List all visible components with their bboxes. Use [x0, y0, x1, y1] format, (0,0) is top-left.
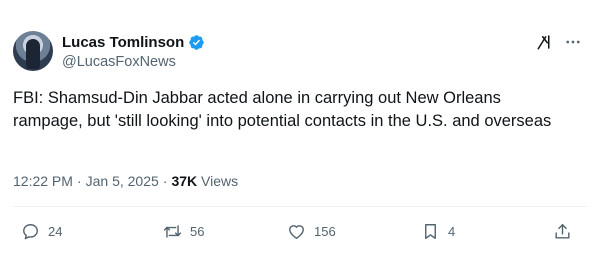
- action-bar: 24 56 156 4: [13, 222, 583, 244]
- author-name-row: Lucas Tomlinson: [62, 33, 205, 51]
- repost-count: 56: [190, 224, 205, 239]
- tweet-top-actions: [536, 33, 582, 51]
- author-display-name[interactable]: Lucas Tomlinson: [62, 34, 184, 51]
- tweet-time[interactable]: 12:22 PM: [13, 173, 73, 189]
- bookmark-button[interactable]: 4: [421, 222, 455, 241]
- avatar-figure: [26, 39, 40, 69]
- tweet-meta: 12:22 PM · Jan 5, 2025 · 37K Views: [13, 173, 238, 189]
- views-count: 37K: [171, 173, 198, 189]
- views-label: Views: [201, 173, 239, 189]
- verified-badge-icon: [189, 34, 204, 50]
- reply-icon: [23, 224, 38, 240]
- avatar[interactable]: [13, 31, 53, 71]
- author-handle[interactable]: @LucasFoxNews: [62, 54, 176, 70]
- repost-icon: [163, 225, 182, 238]
- tweet-card: Lucas Tomlinson @LucasFoxNews FBI: Shams…: [0, 0, 600, 268]
- reply-button[interactable]: 24: [21, 222, 62, 241]
- share-button[interactable]: [553, 222, 572, 241]
- reply-count: 24: [48, 224, 63, 239]
- like-icon: [289, 225, 304, 239]
- share-icon: [555, 224, 570, 239]
- bookmark-icon: [425, 224, 436, 239]
- bookmark-count: 4: [448, 224, 456, 239]
- more-icon[interactable]: [564, 33, 582, 51]
- like-button[interactable]: 156: [287, 222, 336, 241]
- divider: [13, 206, 587, 207]
- tweet-date[interactable]: Jan 5, 2025: [86, 173, 159, 189]
- meta-separator: ·: [162, 173, 168, 189]
- repost-button[interactable]: 56: [163, 222, 204, 241]
- like-count: 156: [314, 224, 336, 239]
- tweet-text: FBI: Shamsud-Din Jabbar acted alone in c…: [13, 89, 552, 130]
- meta-separator: ·: [76, 173, 82, 189]
- grok-icon[interactable]: [536, 33, 554, 51]
